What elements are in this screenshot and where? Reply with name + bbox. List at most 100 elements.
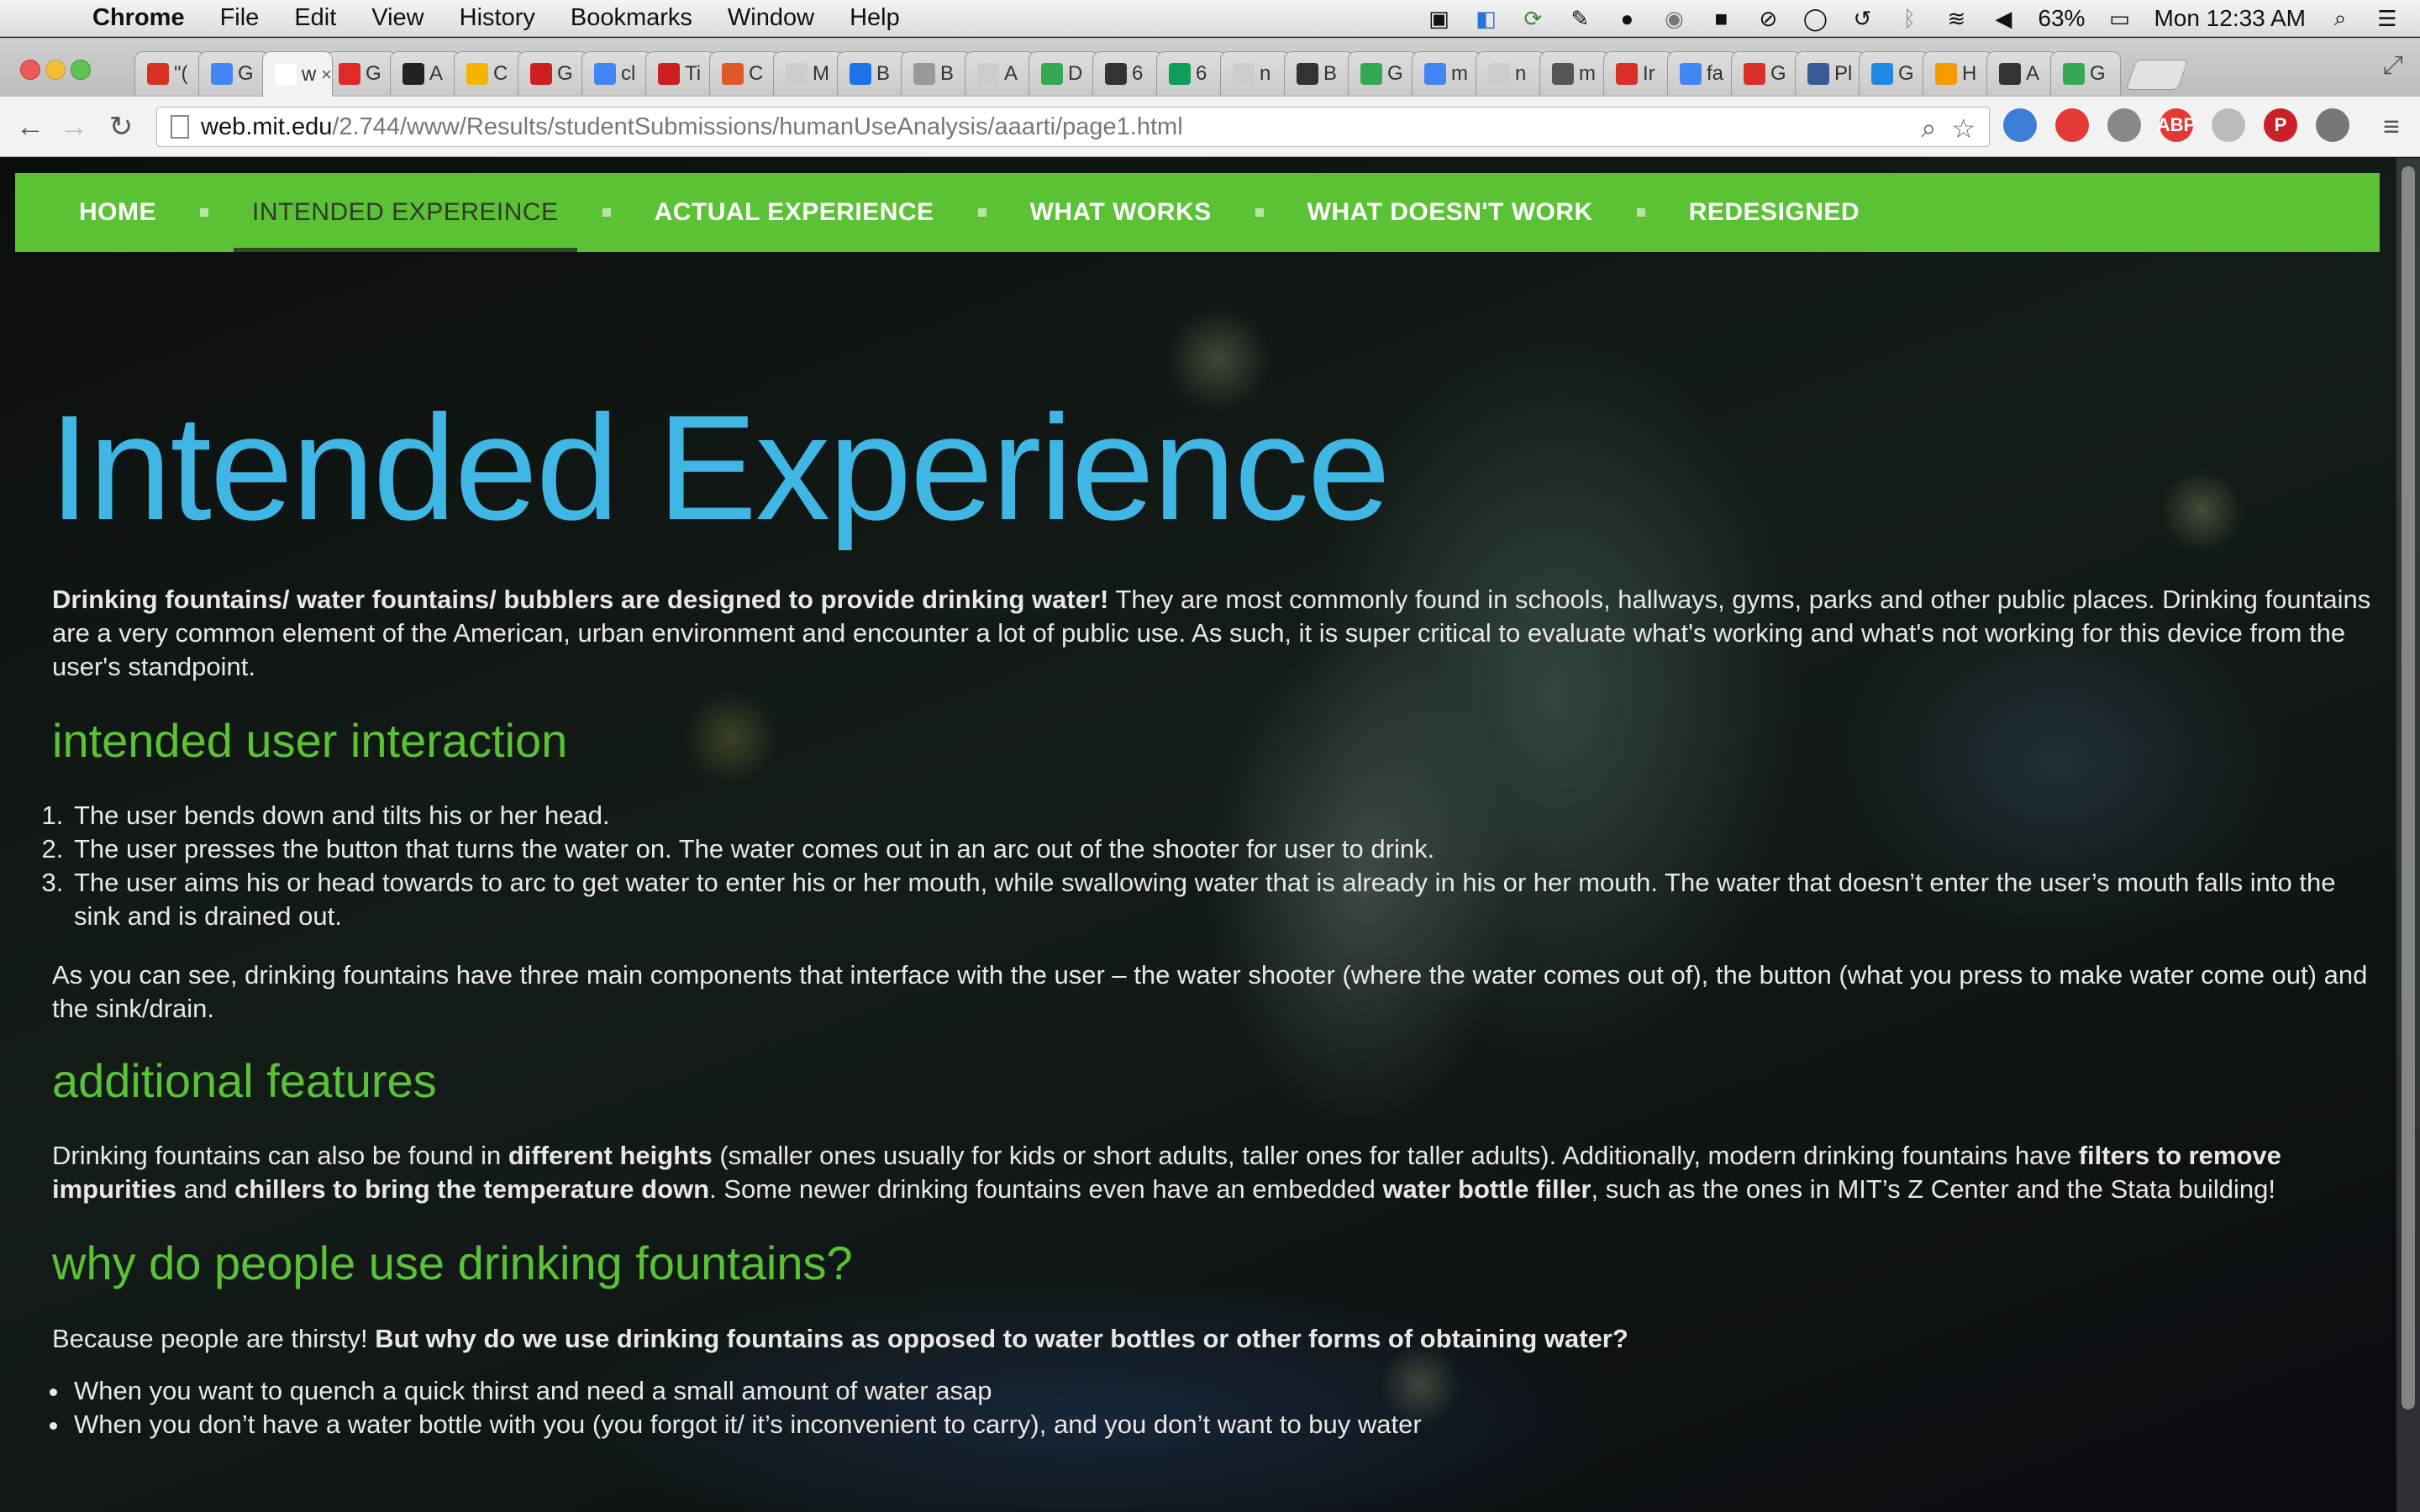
url-text[interactable]: web.mit.edu/2.744/www/Results/studentSub… xyxy=(201,113,1183,141)
spotlight-search-icon[interactable]: ⌕ xyxy=(2328,5,2353,31)
evernote-icon[interactable]: ■ xyxy=(1708,6,1733,31)
browser-tab[interactable]: B xyxy=(837,51,908,95)
nav-link-home[interactable]: HOME xyxy=(60,173,175,252)
browser-tab[interactable]: Pl xyxy=(1795,51,1865,95)
minimize-window-button[interactable] xyxy=(45,60,66,80)
browser-tab[interactable]: Ir xyxy=(1603,51,1674,95)
browser-tab[interactable]: G xyxy=(2050,51,2121,95)
nav-link-redesigned[interactable]: REDESIGNED xyxy=(1670,173,1878,252)
tab-title: G xyxy=(238,61,254,85)
browser-tab[interactable]: fa xyxy=(1667,51,1738,95)
clock[interactable]: Mon 12:33 AM xyxy=(2154,5,2306,32)
ring-icon xyxy=(722,62,744,85)
bookmark-star-icon[interactable]: ☆ xyxy=(1951,113,1975,144)
adblock-icon[interactable]: ABP xyxy=(2157,108,2196,142)
wrench-icon[interactable]: ✎ xyxy=(1567,6,1592,31)
wrench-icon[interactable] xyxy=(2316,108,2349,142)
browser-tab[interactable]: C xyxy=(709,51,780,95)
bluetooth-icon[interactable]: ᛒ xyxy=(1897,6,1922,31)
nav-link-what-doesn-t-work[interactable]: WHAT DOESN'T WORK xyxy=(1289,173,1612,252)
address-bar[interactable]: web.mit.edu/2.744/www/Results/studentSub… xyxy=(156,107,1990,147)
nav-separator xyxy=(977,208,986,217)
globe-icon[interactable] xyxy=(2212,108,2245,142)
tab-close-icon[interactable]: × xyxy=(321,64,332,86)
components-paragraph: As you can see, drinking fountains have … xyxy=(52,960,2368,1024)
menu-window[interactable]: Window xyxy=(728,4,814,32)
tab-title: Ti xyxy=(685,61,702,85)
menu-edit[interactable]: Edit xyxy=(294,4,336,32)
browser-tab[interactable]: "( xyxy=(134,51,205,95)
chat-bubble-icon[interactable]: ◯ xyxy=(1802,6,1828,31)
time-machine-icon[interactable]: ↺ xyxy=(1849,6,1875,31)
eye-icon[interactable]: ◉ xyxy=(1661,6,1686,31)
fullscreen-icon[interactable]: ⤢ xyxy=(2383,51,2403,80)
zoom-window-button[interactable] xyxy=(71,60,91,80)
heading-additional-features: additional features xyxy=(52,1054,437,1108)
browser-tab[interactable]: B xyxy=(901,51,971,95)
menu-history[interactable]: History xyxy=(460,4,535,32)
coin-icon xyxy=(1935,62,1957,85)
browser-tab[interactable]: 6 xyxy=(1092,51,1163,95)
menu-help[interactable]: Help xyxy=(850,4,900,32)
notification-center-icon[interactable]: ☰ xyxy=(2375,6,2400,31)
mirroring-icon[interactable]: ◧ xyxy=(1473,6,1498,31)
browser-tab[interactable]: G xyxy=(518,51,588,95)
nav-link-what-works[interactable]: WHAT WORKS xyxy=(1012,173,1230,252)
close-window-button[interactable] xyxy=(20,60,40,80)
battery-icon[interactable]: ▭ xyxy=(2107,6,2132,31)
browser-tab[interactable]: A xyxy=(390,51,460,95)
browser-tab[interactable]: C xyxy=(454,51,524,95)
reload-button[interactable]: ↻ xyxy=(104,110,138,144)
browser-tab[interactable]: Ti xyxy=(645,51,716,95)
browser-tab[interactable]: G xyxy=(1348,51,1418,95)
browser-tab[interactable]: m xyxy=(1539,51,1610,95)
browser-tab[interactable]: G xyxy=(1859,51,1929,95)
browser-tab[interactable]: G xyxy=(198,51,269,95)
nav-link-actual-experience[interactable]: ACTUAL EXPERIENCE xyxy=(636,173,953,252)
stop-hand-icon[interactable] xyxy=(2055,108,2089,142)
browser-tab[interactable]: m xyxy=(1412,51,1482,95)
browser-tab[interactable]: n xyxy=(1220,51,1291,95)
menu-app-chrome[interactable]: Chrome xyxy=(92,4,185,32)
browser-tab[interactable]: G xyxy=(326,51,397,95)
menu-view[interactable]: View xyxy=(371,4,424,32)
no-entry-icon[interactable]: ⊘ xyxy=(1755,6,1781,31)
tab-title: G xyxy=(366,61,381,85)
back-button[interactable]: ← xyxy=(13,110,47,144)
browser-tab[interactable]: cl xyxy=(581,51,652,95)
browser-tab[interactable]: H xyxy=(1923,51,1993,95)
browser-tab[interactable]: D xyxy=(1028,51,1099,95)
cast-icon[interactable] xyxy=(2107,108,2141,142)
vertical-scrollbar[interactable] xyxy=(2396,158,2420,1512)
intro-paragraph: Drinking fountains/ water fountains/ bub… xyxy=(52,583,2380,684)
pinterest-icon[interactable]: P xyxy=(2264,108,2297,142)
browser-tab[interactable]: n xyxy=(1476,51,1546,95)
clock-extension-icon[interactable] xyxy=(2003,108,2037,142)
screen-capture-icon[interactable]: ▣ xyxy=(1426,6,1451,31)
browser-toolbar: ← → ↻ web.mit.edu/2.744/www/Results/stud… xyxy=(0,97,2420,157)
new-tab-button[interactable] xyxy=(2125,60,2189,90)
browser-tab[interactable]: w × xyxy=(262,51,333,97)
browser-tab[interactable]: A xyxy=(1986,51,2057,95)
search-icon[interactable]: ⌕ xyxy=(1921,113,1936,144)
menu-bookmarks[interactable]: Bookmarks xyxy=(571,4,692,32)
nav-link-intended-expereince[interactable]: INTENDED EXPEREINCE xyxy=(234,173,577,252)
chrome-menu-icon[interactable]: ≡ xyxy=(2375,110,2408,144)
gmail-icon xyxy=(1744,62,1765,85)
browser-tab[interactable]: G xyxy=(1731,51,1802,95)
browser-tab[interactable]: A xyxy=(965,51,1035,95)
menu-file[interactable]: File xyxy=(220,4,260,32)
extension-icons: ABP P xyxy=(2003,108,2349,142)
skype-icon[interactable]: ● xyxy=(1614,6,1639,31)
browser-tab[interactable]: B xyxy=(1284,51,1355,95)
step-item: The user aims his or head towards to arc… xyxy=(71,866,2380,933)
volume-icon[interactable]: ◀ xyxy=(1991,6,2016,31)
browser-tab[interactable]: 6 xyxy=(1156,51,1227,95)
forward-button[interactable]: → xyxy=(57,110,91,144)
text-run: , such as the ones in MIT’s Z Center and… xyxy=(1591,1174,2275,1205)
browser-tab[interactable]: M xyxy=(773,51,844,95)
scrollbar-thumb[interactable] xyxy=(2402,166,2415,1410)
battery-percent[interactable]: 63% xyxy=(2038,5,2085,32)
wifi-icon[interactable]: ≋ xyxy=(1944,6,1969,31)
sync-icon[interactable]: ⟳ xyxy=(1520,6,1545,31)
